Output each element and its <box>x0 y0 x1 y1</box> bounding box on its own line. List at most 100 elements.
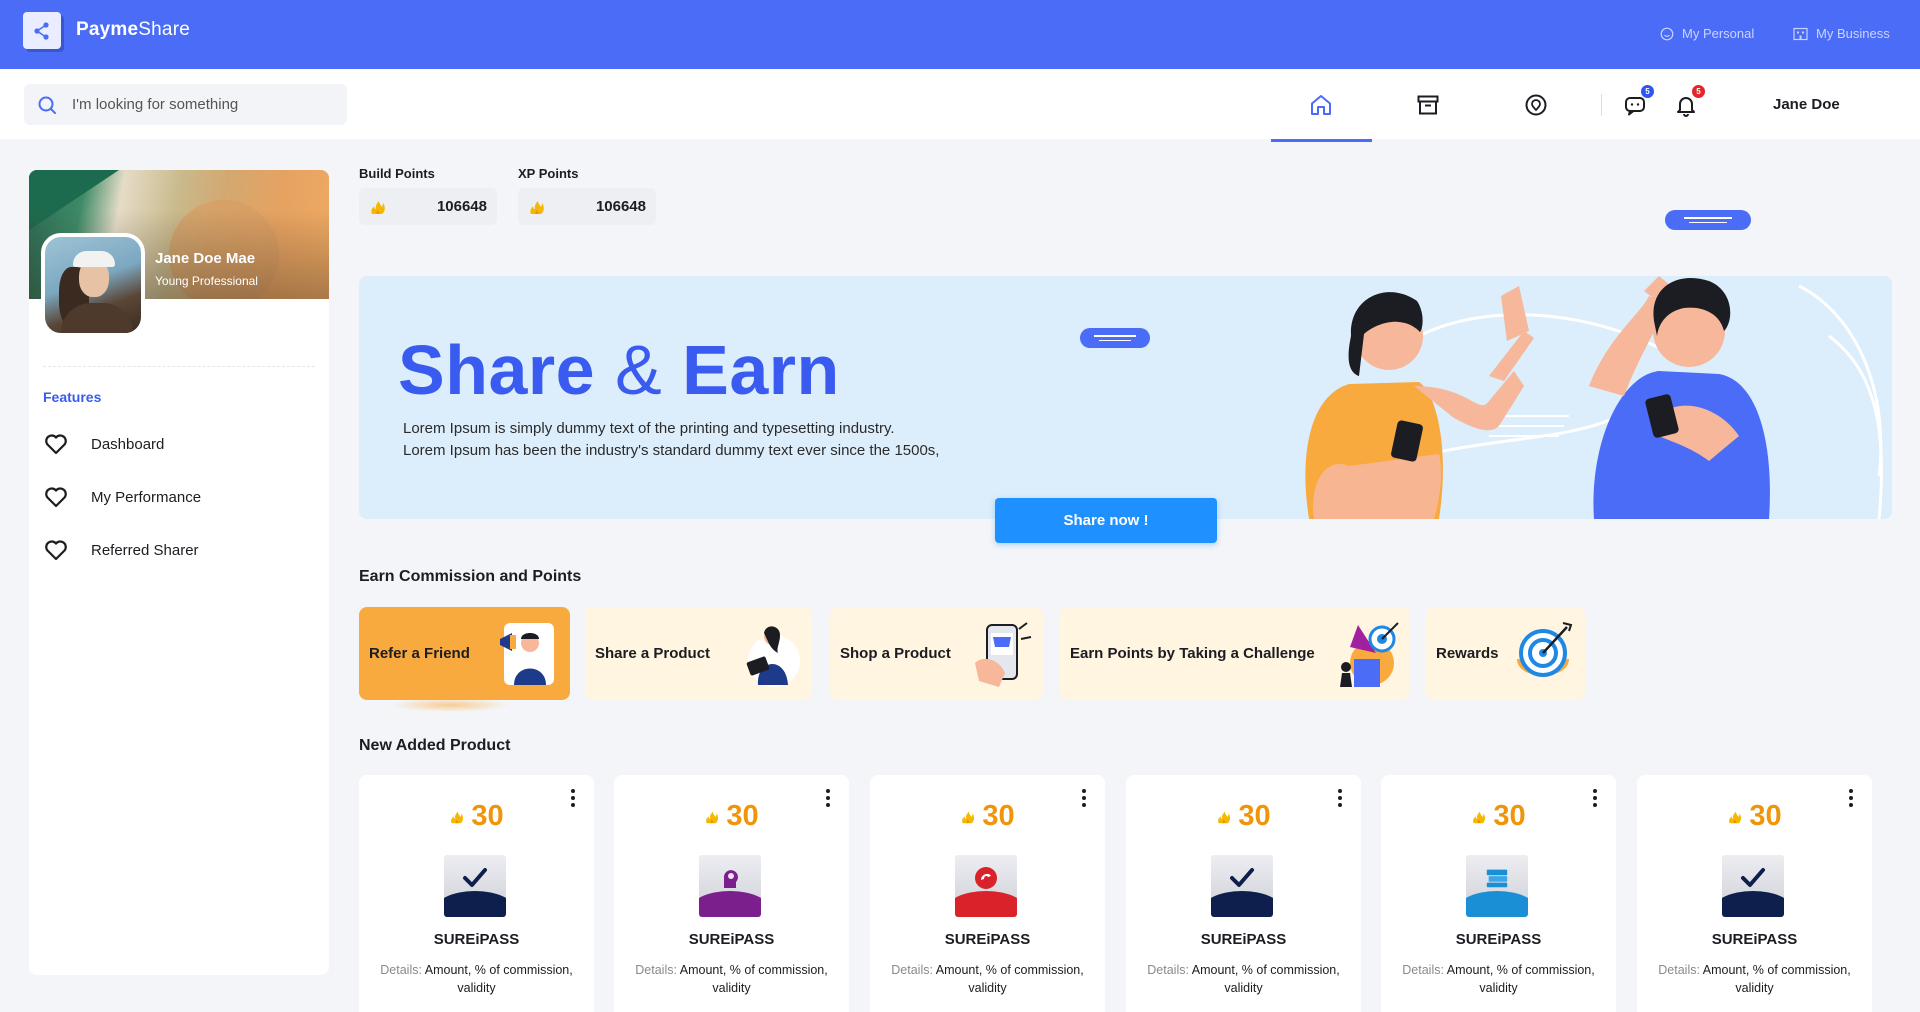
product-name: SUREiPASS <box>1455 931 1542 948</box>
product-details: Details: Amount, % of commission, validi… <box>379 961 574 997</box>
product-details-key: Details: <box>1402 963 1444 977</box>
sidebar-item-dashboard[interactable]: Dashboard <box>43 429 315 459</box>
build-points-box: 106648 <box>359 188 497 225</box>
banner-title-amp: & <box>615 331 663 409</box>
product-card[interactable]: 30 SUREiPASS Details: Amount, % of commiss… <box>1637 775 1872 1012</box>
nav-location-tab[interactable] <box>1520 89 1552 121</box>
features-heading: Features <box>43 389 102 405</box>
product-details-value: Amount, % of commission, validity <box>1446 963 1595 995</box>
product-points-value: 30 <box>1238 800 1271 832</box>
product-details: Details: Amount, % of commission, validi… <box>1146 961 1341 997</box>
earn-card-refer-a-friend[interactable]: Refer a Friend <box>359 607 570 700</box>
archive-box-icon <box>1417 95 1439 115</box>
share-now-button[interactable]: Share now ! <box>995 498 1217 543</box>
heart-icon <box>43 484 69 510</box>
product-card[interactable]: 30 SUREiPASS Details: Amount, % of commiss… <box>870 775 1105 1012</box>
banner-description: Lorem Ipsum is simply dummy text of the … <box>403 418 939 462</box>
location-pin-icon <box>1525 94 1547 116</box>
notifications-badge: 5 <box>1692 85 1705 98</box>
sidebar-item-label: Dashboard <box>91 435 165 453</box>
product-mark-icon <box>1484 867 1510 889</box>
product-mark-icon <box>973 867 999 889</box>
product-details-value: Amount, % of commission, validity <box>935 963 1084 995</box>
product-points: 30 <box>1126 800 1361 833</box>
sidebar-item-label: My Performance <box>91 488 202 506</box>
target-trophy-icon <box>1340 622 1399 687</box>
fire-icon <box>1218 811 1231 823</box>
nav-bar: 5 5 <box>0 69 1920 139</box>
product-details-key: Details: <box>1658 963 1700 977</box>
fire-icon <box>962 811 975 823</box>
product-card[interactable]: 30 SUREiPASS Details: Amount, % of commiss… <box>614 775 849 1012</box>
my-personal-link[interactable]: My Personal <box>1660 26 1754 41</box>
fire-icon <box>1729 811 1742 823</box>
nav-home-tab[interactable] <box>1305 89 1337 121</box>
earn-card-challenge[interactable]: Earn Points by Taking a Challenge <box>1060 607 1410 700</box>
share-earn-banner: Share & Earn Lorem Ipsum is simply dummy… <box>359 276 1892 519</box>
fire-icon <box>530 200 544 214</box>
product-name: SUREiPASS <box>944 931 1031 948</box>
product-points-value: 30 <box>982 800 1015 832</box>
fire-icon <box>451 811 464 823</box>
build-points-value: 106648 <box>436 198 487 215</box>
earn-card-shop-a-product[interactable]: Shop a Product <box>830 607 1043 700</box>
product-details: Details: Amount, % of commission, validi… <box>1401 961 1596 997</box>
product-details-key: Details: <box>891 963 933 977</box>
active-card-glow <box>390 698 510 712</box>
app-logo[interactable] <box>23 12 61 49</box>
my-personal-label: My Personal <box>1682 26 1755 41</box>
heart-icon <box>43 537 69 563</box>
product-name: SUREiPASS <box>1200 931 1287 948</box>
messages-button[interactable]: 5 <box>1619 85 1654 121</box>
product-details-key: Details: <box>380 963 422 977</box>
notifications-button[interactable]: 5 <box>1670 85 1705 121</box>
nav-archive-tab[interactable] <box>1412 89 1444 121</box>
product-card[interactable]: 30 SUREiPASS Details: Amount, % of commiss… <box>359 775 594 1012</box>
earn-card-rewards[interactable]: Rewards <box>1426 607 1585 700</box>
earn-card-share-a-product[interactable]: Share a Product <box>585 607 812 700</box>
product-name: SUREiPASS <box>433 931 520 948</box>
product-points: 30 <box>359 800 594 833</box>
sidebar-item-my-performance[interactable]: My Performance <box>43 482 315 512</box>
earn-card-label: Refer a Friend <box>369 645 470 662</box>
product-name: SUREiPASS <box>1711 931 1798 948</box>
product-mark-icon <box>1740 867 1766 889</box>
banner-line-2: Lorem Ipsum has been the industry's stan… <box>403 442 940 459</box>
nav-separator <box>1601 94 1602 116</box>
product-card[interactable]: 30 SUREiPASS Details: Amount, % of commiss… <box>1126 775 1361 1012</box>
avatar[interactable] <box>41 233 145 337</box>
megaphone-person-icon <box>500 623 554 685</box>
app-name-bold: Payme <box>76 19 139 40</box>
banner-title-share: Share <box>398 331 596 409</box>
product-details: Details: Amount, % of commission, validi… <box>1657 961 1852 997</box>
user-menu[interactable]: Jane Doe <box>1773 96 1840 113</box>
product-mark-icon <box>1229 867 1255 889</box>
sidebar-item-referred-sharer[interactable]: Referred Sharer <box>43 535 315 565</box>
profile-title: Young Professional <box>155 274 258 288</box>
target-icon <box>1517 622 1573 677</box>
sidebar: Jane Doe Mae Young Professional Features… <box>29 170 329 975</box>
xp-points-box: 106648 <box>518 188 656 225</box>
build-points-label: Build Points <box>359 166 435 181</box>
product-points: 30 <box>614 800 849 833</box>
smile-icon <box>1660 27 1674 40</box>
active-tab-indicator <box>1271 139 1372 142</box>
search-input[interactable] <box>72 96 322 113</box>
product-details-value: Amount, % of commission, validity <box>1702 963 1851 995</box>
building-icon <box>1793 27 1808 40</box>
my-business-link[interactable]: My Business <box>1793 26 1890 41</box>
app-name-rest: Share <box>138 19 190 40</box>
product-points-value: 30 <box>1493 800 1526 832</box>
product-name: SUREiPASS <box>688 931 775 948</box>
product-points-value: 30 <box>1749 800 1782 832</box>
speech-bubble <box>1080 328 1150 348</box>
speech-bubble <box>1665 210 1751 230</box>
person-with-tablet-icon <box>746 626 800 687</box>
app-name: PaymeShare <box>76 19 190 41</box>
product-details-value: Amount, % of commission, validity <box>679 963 828 995</box>
banner-title: Share & Earn <box>398 330 840 410</box>
product-card[interactable]: 30 SUREiPASS Details: Amount, % of commiss… <box>1381 775 1616 1012</box>
product-logo <box>444 855 506 917</box>
fire-icon <box>1473 811 1486 823</box>
product-details: Details: Amount, % of commission, validi… <box>890 961 1085 997</box>
